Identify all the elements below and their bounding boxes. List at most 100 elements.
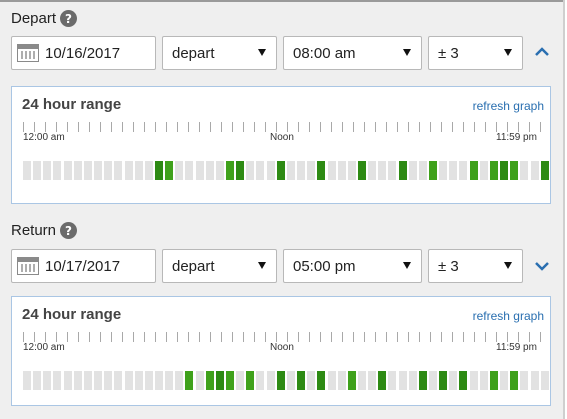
time-slot-bar[interactable]	[124, 161, 133, 180]
chevron-up-icon[interactable]	[534, 44, 550, 60]
time-slot-bar[interactable]	[276, 371, 285, 390]
time-slot-bar[interactable]	[94, 371, 103, 390]
time-slot-bar[interactable]	[500, 371, 509, 390]
time-slot-bar[interactable]	[185, 371, 194, 390]
return-refresh-graph-link[interactable]: refresh graph	[473, 309, 544, 323]
time-slot-bar[interactable]	[134, 161, 143, 180]
time-slot-bar[interactable]	[357, 371, 366, 390]
time-slot-bar[interactable]	[165, 161, 174, 180]
time-slot-bar[interactable]	[297, 371, 306, 390]
time-slot-bar[interactable]	[266, 161, 275, 180]
time-slot-bar[interactable]	[489, 161, 498, 180]
time-slot-bar[interactable]	[165, 371, 174, 390]
time-slot-bar[interactable]	[175, 161, 184, 180]
time-slot-bar[interactable]	[449, 161, 458, 180]
time-slot-bar[interactable]	[73, 161, 82, 180]
time-slot-bar[interactable]	[63, 161, 72, 180]
time-slot-bar[interactable]	[520, 371, 529, 390]
time-slot-bar[interactable]	[104, 161, 113, 180]
time-slot-bar[interactable]	[439, 161, 448, 180]
time-slot-bar[interactable]	[439, 371, 448, 390]
return-date-field[interactable]: 10/17/2017	[11, 249, 156, 283]
time-slot-bar[interactable]	[53, 161, 62, 180]
time-slot-bar[interactable]	[378, 161, 387, 180]
time-slot-bar[interactable]	[215, 371, 224, 390]
time-slot-bar[interactable]	[337, 161, 346, 180]
time-slot-bar[interactable]	[500, 161, 509, 180]
time-slot-bar[interactable]	[226, 371, 234, 390]
time-slot-bar[interactable]	[104, 371, 113, 390]
time-slot-bar[interactable]	[124, 371, 133, 390]
time-slot-bar[interactable]	[337, 371, 346, 390]
time-slot-bar[interactable]	[63, 371, 72, 390]
time-slot-bar[interactable]	[469, 161, 478, 180]
time-slot-bar[interactable]	[398, 161, 407, 180]
time-slot-bar[interactable]	[459, 371, 468, 390]
time-slot-bar[interactable]	[357, 161, 366, 180]
depart-availability-bars[interactable]	[23, 161, 551, 180]
time-slot-bar[interactable]	[43, 161, 52, 180]
time-slot-bar[interactable]	[429, 161, 437, 180]
time-slot-bar[interactable]	[307, 371, 316, 390]
time-slot-bar[interactable]	[246, 161, 255, 180]
time-slot-bar[interactable]	[378, 371, 387, 390]
time-slot-bar[interactable]	[408, 161, 417, 180]
time-slot-bar[interactable]	[449, 371, 458, 390]
chevron-down-icon[interactable]	[534, 258, 550, 274]
time-slot-bar[interactable]	[175, 371, 184, 390]
time-slot-bar[interactable]	[297, 161, 306, 180]
return-availability-bars[interactable]	[23, 371, 551, 390]
return-help-icon[interactable]: ?	[60, 222, 78, 239]
time-slot-bar[interactable]	[215, 161, 224, 180]
time-slot-bar[interactable]	[347, 161, 356, 180]
time-slot-bar[interactable]	[94, 161, 103, 180]
time-slot-bar[interactable]	[368, 161, 377, 180]
time-slot-bar[interactable]	[520, 161, 529, 180]
time-slot-bar[interactable]	[195, 371, 204, 390]
time-slot-bar[interactable]	[540, 371, 549, 390]
return-range-select[interactable]: ± 3	[428, 249, 523, 283]
depart-help-icon[interactable]: ?	[60, 10, 78, 27]
time-slot-bar[interactable]	[134, 371, 143, 390]
depart-date-field[interactable]: 10/16/2017	[11, 36, 156, 70]
calendar-icon[interactable]	[17, 257, 39, 275]
time-slot-bar[interactable]	[266, 371, 275, 390]
time-slot-bar[interactable]	[489, 371, 498, 390]
depart-mode-select[interactable]: depart	[162, 36, 277, 70]
time-slot-bar[interactable]	[327, 161, 336, 180]
time-slot-bar[interactable]	[479, 161, 488, 180]
time-slot-bar[interactable]	[154, 371, 163, 390]
time-slot-bar[interactable]	[317, 371, 326, 390]
time-slot-bar[interactable]	[53, 371, 62, 390]
time-slot-bar[interactable]	[236, 161, 245, 180]
time-slot-bar[interactable]	[33, 371, 42, 390]
time-slot-bar[interactable]	[510, 161, 519, 180]
time-slot-bar[interactable]	[205, 161, 214, 180]
return-mode-select[interactable]: depart	[162, 249, 277, 283]
time-slot-bar[interactable]	[429, 371, 437, 390]
time-slot-bar[interactable]	[418, 161, 427, 180]
time-slot-bar[interactable]	[33, 161, 42, 180]
depart-range-select[interactable]: ± 3	[428, 36, 523, 70]
time-slot-bar[interactable]	[317, 161, 326, 180]
time-slot-bar[interactable]	[540, 161, 549, 180]
time-slot-bar[interactable]	[83, 161, 92, 180]
time-slot-bar[interactable]	[418, 371, 427, 390]
time-slot-bar[interactable]	[114, 161, 123, 180]
time-slot-bar[interactable]	[408, 371, 417, 390]
time-slot-bar[interactable]	[205, 371, 214, 390]
time-slot-bar[interactable]	[469, 371, 478, 390]
time-slot-bar[interactable]	[479, 371, 488, 390]
time-slot-bar[interactable]	[144, 161, 153, 180]
time-slot-bar[interactable]	[398, 371, 407, 390]
time-slot-bar[interactable]	[256, 371, 265, 390]
time-slot-bar[interactable]	[236, 371, 245, 390]
time-slot-bar[interactable]	[347, 371, 356, 390]
time-slot-bar[interactable]	[246, 371, 255, 390]
time-slot-bar[interactable]	[83, 371, 92, 390]
time-slot-bar[interactable]	[388, 161, 397, 180]
time-slot-bar[interactable]	[43, 371, 52, 390]
time-slot-bar[interactable]	[154, 161, 163, 180]
time-slot-bar[interactable]	[23, 371, 31, 390]
depart-time-select[interactable]: 08:00 am	[283, 36, 422, 70]
